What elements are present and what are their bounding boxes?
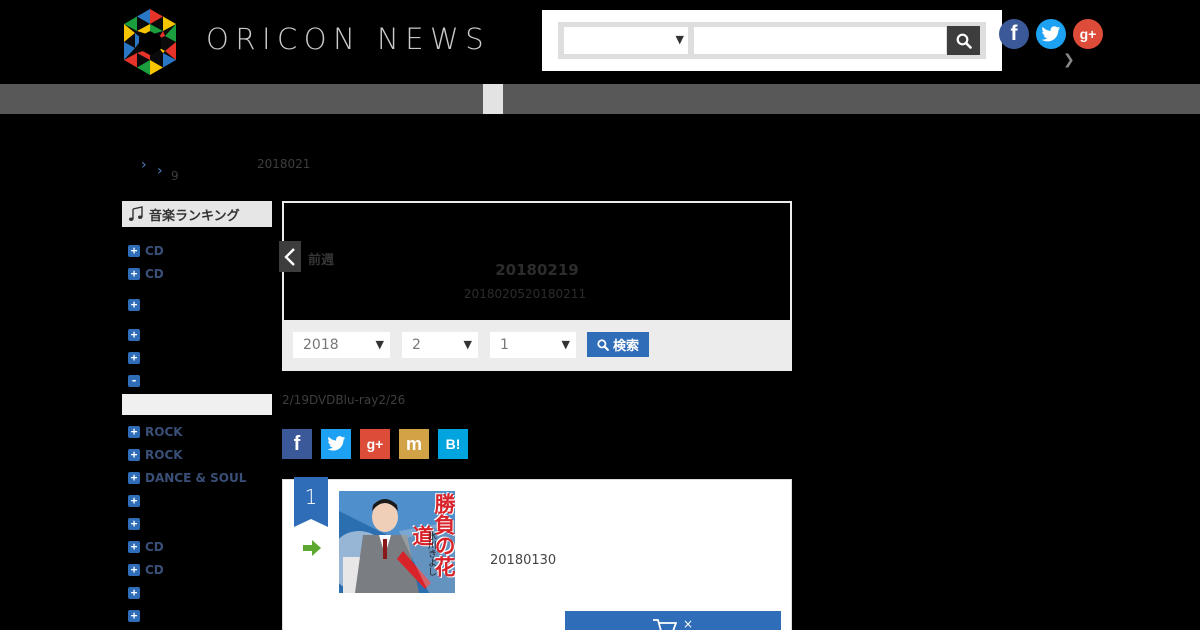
sidebar-heading: 音楽ランキング: [122, 201, 272, 227]
sidebar-item[interactable]: + CD: [128, 539, 164, 555]
share-hatena-button[interactable]: B!: [438, 429, 468, 459]
music-note-icon: [129, 206, 143, 221]
sidebar-item[interactable]: +: [128, 585, 145, 601]
sidebar-item[interactable]: -: [128, 373, 145, 389]
sidebar-item-label: CD: [145, 244, 164, 258]
sidebar-item[interactable]: +: [128, 608, 145, 624]
facebook-icon: f: [293, 432, 301, 455]
search-category-select[interactable]: ▼: [564, 27, 688, 54]
week-select[interactable]: 1 ▼: [490, 332, 576, 358]
expand-icon[interactable]: +: [128, 329, 140, 341]
sidebar-item-label: ROCK: [145, 425, 183, 439]
twitter-icon[interactable]: [1036, 19, 1066, 49]
caret-down-icon: ▼: [463, 338, 472, 351]
search-icon: [597, 338, 609, 351]
trend-right-arrow-icon: [303, 540, 321, 556]
share-facebook-button[interactable]: f: [282, 429, 312, 459]
expand-icon[interactable]: +: [128, 352, 140, 364]
caret-down-icon: ▼: [561, 338, 570, 351]
cart-icon: [652, 619, 677, 630]
breadcrumb-chevron-icon: ›: [141, 157, 147, 173]
month-select[interactable]: 2 ▼: [402, 332, 478, 358]
expand-icon[interactable]: +: [128, 587, 140, 599]
year-select-value: 2018: [303, 337, 339, 353]
expand-icon[interactable]: +: [128, 472, 140, 484]
sidebar-item[interactable]: + DANCE & SOUL: [128, 470, 246, 486]
share-twitter-button[interactable]: [321, 429, 351, 459]
expand-icon[interactable]: +: [128, 426, 140, 438]
filter-search-button[interactable]: 検索: [587, 332, 649, 357]
facebook-icon[interactable]: f: [999, 19, 1029, 49]
sidebar-item[interactable]: + CD: [128, 562, 164, 578]
sidebar-item[interactable]: +: [128, 350, 145, 366]
search-button[interactable]: [947, 26, 980, 55]
sidebar-item-label: CD: [145, 563, 164, 577]
buy-button[interactable]: ×: [565, 611, 781, 630]
twitter-icon: [326, 436, 345, 451]
global-nav: [0, 84, 1200, 114]
collapse-icon[interactable]: -: [128, 375, 140, 387]
caret-down-icon: ▼: [375, 338, 384, 351]
sidebar-item[interactable]: + ROCK: [128, 447, 183, 463]
search-bar: ▼: [558, 22, 986, 59]
google-plus-icon: g+: [366, 436, 384, 452]
site-logo-text[interactable]: ORICON NEWS: [206, 22, 490, 56]
oricon-logo[interactable]: [120, 9, 180, 75]
expand-icon[interactable]: +: [128, 245, 140, 257]
search-input[interactable]: [694, 27, 946, 54]
sidebar-item[interactable]: +: [128, 297, 145, 313]
year-select[interactable]: 2018 ▼: [293, 332, 390, 358]
week-range: 2018020520180211: [463, 287, 587, 301]
sidebar-item-label: ROCK: [145, 448, 183, 462]
sidebar-selected-item[interactable]: [122, 394, 272, 415]
search-icon: [956, 33, 972, 49]
album-jacket[interactable]: 勝負の花道 氷川きよし: [339, 491, 455, 593]
week-select-value: 1: [500, 337, 509, 353]
ranking-note: 2/19DVDBlu-ray2/26: [282, 393, 406, 407]
chevron-right-icon[interactable]: ❯: [1063, 52, 1075, 68]
month-select-value: 2: [412, 337, 421, 353]
sidebar-item[interactable]: +: [128, 493, 145, 509]
expand-icon[interactable]: +: [128, 299, 140, 311]
expand-icon[interactable]: +: [128, 268, 140, 280]
mixi-icon: m: [405, 433, 422, 454]
release-date: 20180130: [490, 553, 557, 568]
week-title: 20180219: [495, 261, 579, 279]
filter-search-label: 検索: [612, 339, 639, 354]
share-mixi-button[interactable]: m: [399, 429, 429, 459]
sidebar-heading-label: 音楽ランキング: [149, 208, 240, 224]
ranking-card: 1 勝負の花道 氷川きよし 20180130 ×: [282, 477, 792, 630]
sidebar-item-label: DANCE & SOUL: [145, 471, 247, 485]
expand-icon[interactable]: +: [128, 610, 140, 622]
sidebar-item[interactable]: +: [128, 327, 145, 343]
sidebar-item[interactable]: + CD: [128, 243, 164, 259]
breadcrumb-item[interactable]: 9: [171, 169, 179, 183]
buy-label: ×: [682, 617, 694, 630]
nav-active-item[interactable]: [483, 84, 503, 114]
google-plus-icon[interactable]: g+: [1073, 19, 1103, 49]
sidebar-item[interactable]: + CD: [128, 266, 164, 282]
sidebar-item[interactable]: +: [128, 516, 145, 532]
rank-number: 1: [304, 485, 318, 509]
expand-icon[interactable]: +: [128, 449, 140, 461]
hatena-bookmark-icon: B!: [445, 436, 461, 452]
expand-icon[interactable]: +: [128, 564, 140, 576]
expand-icon[interactable]: +: [128, 541, 140, 553]
expand-icon[interactable]: +: [128, 518, 140, 530]
date-filter-bar: 2018 ▼ 2 ▼ 1 ▼ 検索: [284, 320, 790, 369]
sidebar-item[interactable]: + ROCK: [128, 424, 183, 440]
breadcrumb-chevron-icon: ›: [157, 163, 163, 179]
sidebar-item-label: CD: [145, 540, 164, 554]
caret-down-icon: ▼: [675, 33, 684, 46]
expand-icon[interactable]: +: [128, 495, 140, 507]
sidebar-item-label: CD: [145, 267, 164, 281]
search-panel: ▼: [542, 10, 1002, 71]
breadcrumb-date: 2018021: [257, 157, 311, 171]
jacket-artist: 氷川きよし: [426, 531, 436, 576]
share-google-plus-button[interactable]: g+: [360, 429, 390, 459]
